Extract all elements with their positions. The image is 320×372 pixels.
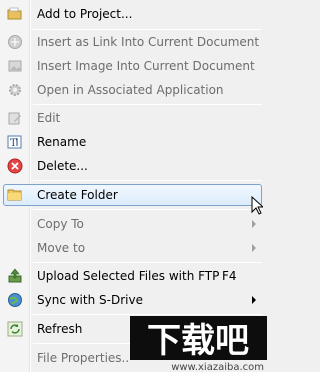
- menu-separator: [33, 314, 262, 315]
- image-icon: [7, 58, 23, 74]
- svg-text:T: T: [10, 138, 17, 149]
- menu-item-label: Copy To: [37, 217, 84, 231]
- menu-separator: [33, 104, 262, 105]
- menu-separator: [33, 262, 262, 263]
- menu-item-insert-image[interactable]: Insert Image Into Current Document: [3, 55, 262, 77]
- refresh-icon: [7, 321, 23, 337]
- menu-item-label: Refresh: [37, 322, 83, 336]
- watermark-logo: 下载吧 www.xiazaiba.com: [130, 316, 267, 372]
- menu-item-label: Rename: [37, 135, 87, 149]
- upload-icon: [7, 268, 23, 284]
- menu-item-copy-to[interactable]: Copy To: [3, 213, 262, 235]
- menu-item-label: Add to Project...: [37, 7, 133, 21]
- menu-item-label: File Properties...: [37, 351, 133, 365]
- menu-item-edit[interactable]: Edit: [3, 107, 262, 129]
- submenu-arrow-icon: [252, 220, 256, 228]
- watermark-glyphs: 下载吧: [147, 321, 249, 361]
- menu-item-label: Move to: [37, 241, 86, 255]
- menu-item-insert-link[interactable]: Insert as Link Into Current Document: [3, 31, 262, 53]
- menu-separator: [33, 180, 262, 181]
- watermark-text: www.xiazaiba.com: [171, 362, 264, 372]
- menu-item-label: Insert as Link Into Current Document: [37, 35, 260, 49]
- menu-item-shortcut: F4: [222, 269, 237, 283]
- link-icon: [7, 34, 23, 50]
- globe-icon: [7, 292, 23, 308]
- rename-icon: T: [7, 134, 23, 150]
- submenu-arrow-icon: [252, 244, 256, 252]
- menu-item-upload-ftp[interactable]: Upload Selected Files with FTP F4: [3, 265, 262, 287]
- menu-item-label: Sync with S-Drive: [37, 293, 143, 307]
- submenu-arrow-icon: [252, 296, 256, 304]
- menu-item-label: Open in Associated Application: [37, 83, 224, 97]
- menu-item-rename[interactable]: T Rename: [3, 131, 262, 153]
- menu-item-label: Create Folder: [37, 188, 118, 202]
- folder-plus-icon: [7, 6, 23, 22]
- menu-item-label: Edit: [37, 111, 61, 125]
- menu-item-create-folder[interactable]: Create Folder: [3, 184, 262, 206]
- menu-item-label: Insert Image Into Current Document: [37, 59, 255, 73]
- edit-icon: [7, 110, 23, 126]
- menu-item-move-to[interactable]: Move to: [3, 237, 262, 259]
- menu-item-add-to-project[interactable]: Add to Project...: [3, 3, 262, 25]
- folder-icon: [7, 187, 23, 203]
- mouse-cursor-icon: [251, 196, 263, 215]
- menu-item-delete[interactable]: Delete...: [3, 155, 262, 177]
- menu-separator: [33, 29, 262, 30]
- menu-item-open-associated[interactable]: Open in Associated Application: [3, 79, 262, 101]
- gear-icon: [7, 82, 23, 98]
- menu-item-sync-sdrive[interactable]: Sync with S-Drive: [3, 289, 262, 311]
- menu-separator: [33, 209, 262, 210]
- delete-icon: [7, 158, 23, 174]
- menu-item-label: Delete...: [37, 159, 88, 173]
- menu-item-label: Upload Selected Files with FTP: [37, 269, 220, 283]
